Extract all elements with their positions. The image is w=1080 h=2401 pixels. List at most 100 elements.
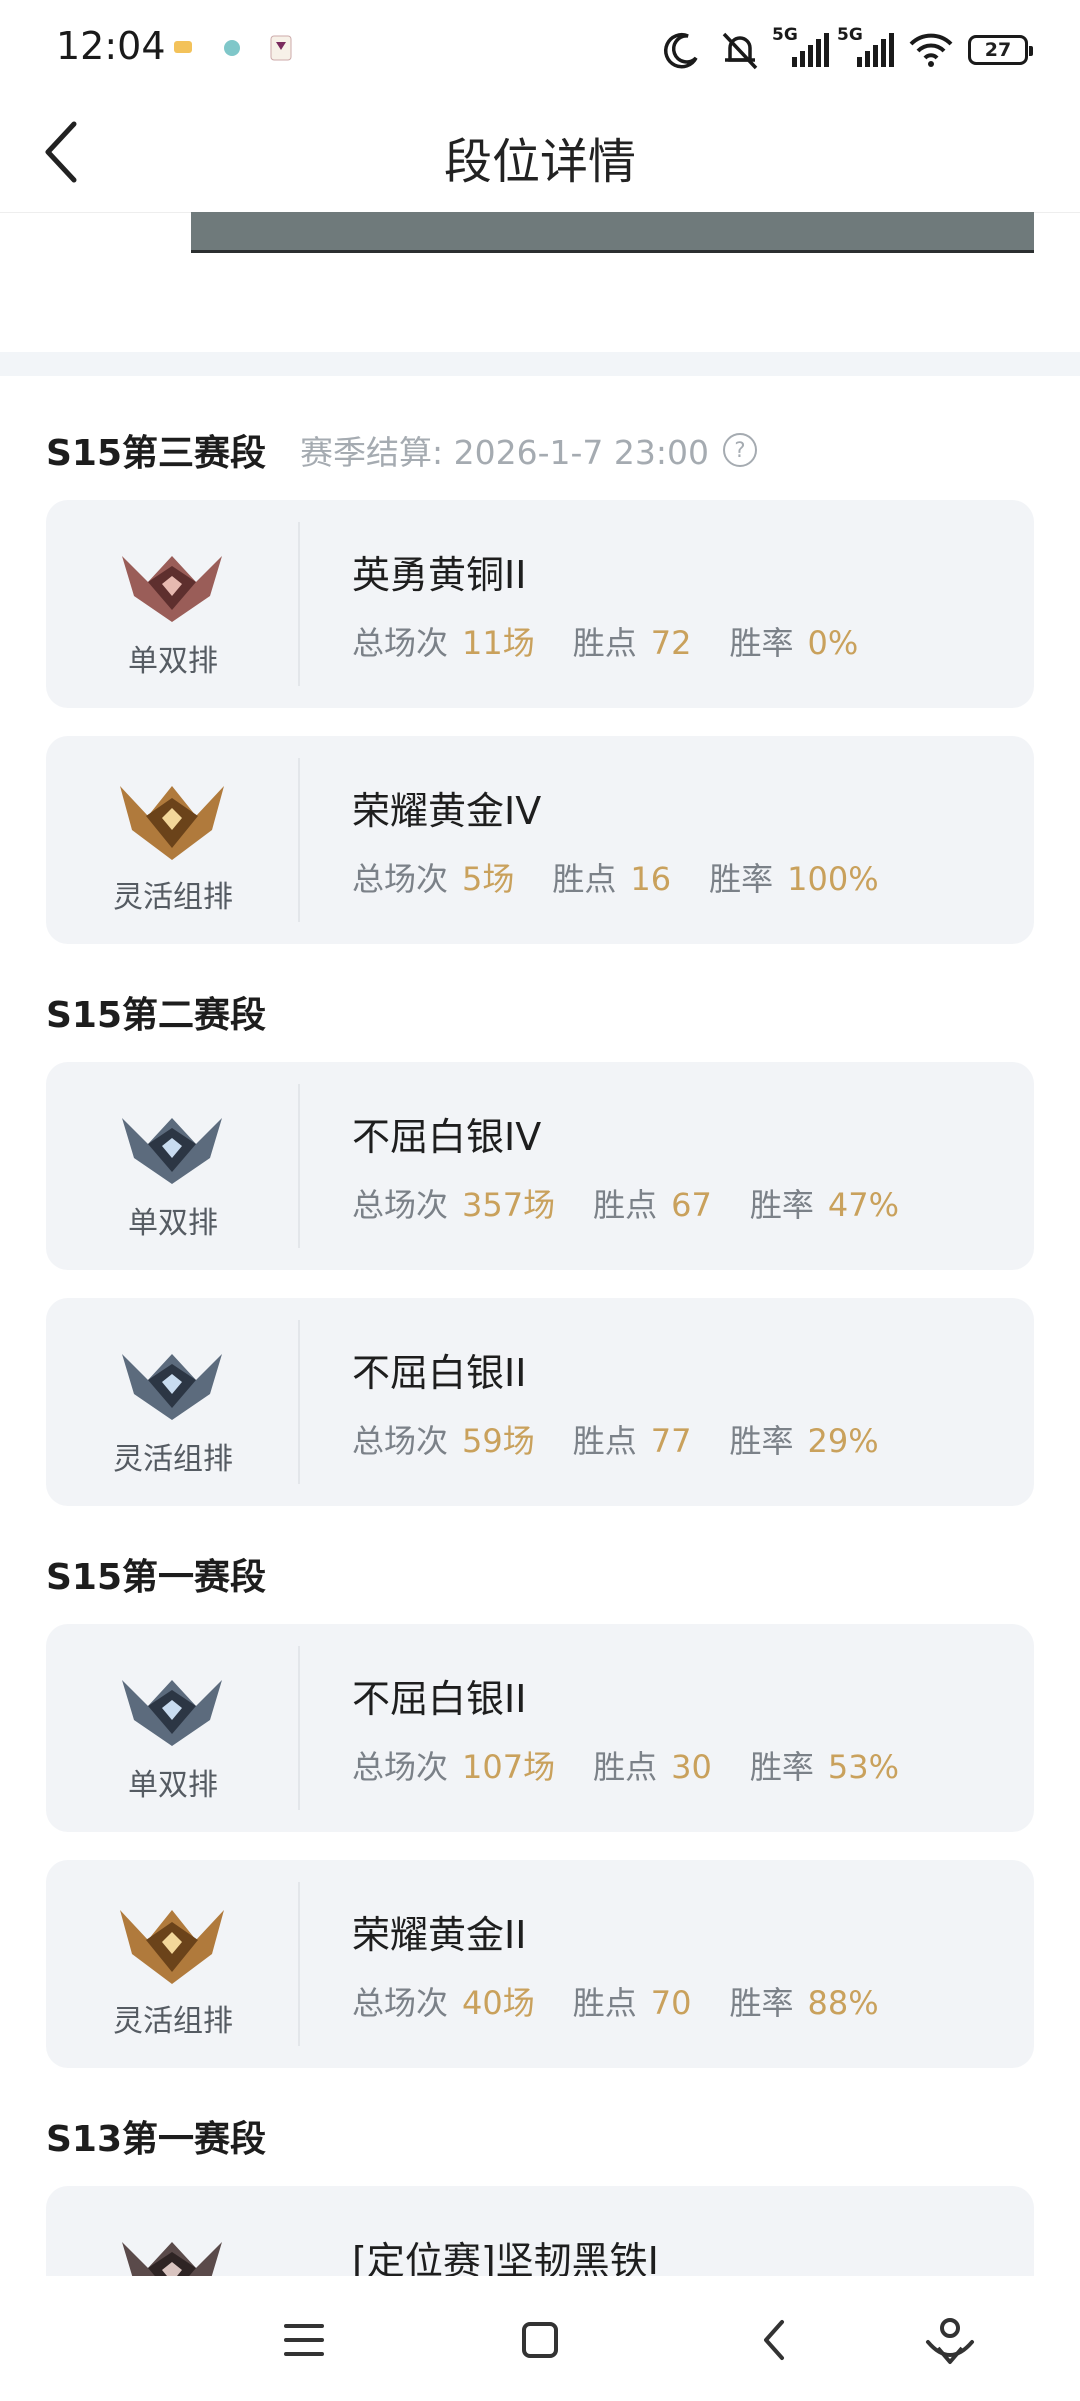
season-title: S15第二赛段 (46, 995, 267, 1036)
emblem-column: 单双排 (46, 1624, 300, 1832)
emblem-column: 单双排 (46, 500, 300, 708)
queue-type-label: 灵活组排 (113, 1442, 233, 1477)
silver-emblem-icon (122, 1680, 222, 1746)
win-points-value: 16 (630, 860, 672, 898)
gold-emblem-icon (120, 786, 224, 860)
rank-stats: 总场次 5场 胜点 16 胜率 100% (352, 854, 879, 900)
rank-name: 英勇黄铜II (352, 553, 527, 597)
win-points-label: 胜点 (572, 1984, 637, 2022)
card-divider (298, 1882, 300, 2046)
queue-type-label: 单双排 (128, 1768, 218, 1803)
card-divider (298, 758, 300, 922)
game-app-icon (270, 35, 292, 61)
emblem-column (46, 2186, 300, 2276)
queue-type-label: 单双排 (128, 644, 218, 679)
rank-stats: 总场次 11场 胜点 72 胜率 0% (352, 618, 858, 664)
chat-app-icon (224, 40, 240, 56)
card-divider (298, 522, 300, 686)
total-games-value: 59场 (462, 1422, 535, 1460)
rank-card[interactable]: [定位赛]坚韧黑铁I (46, 2186, 1034, 2276)
home-nav-button[interactable] (510, 2310, 570, 2370)
status-icons: 5G 5G 27 (662, 22, 1033, 78)
total-games-label: 总场次 (352, 1748, 449, 1786)
status-time: 12:04 (56, 24, 166, 68)
rank-name: 荣耀黄金II (352, 1913, 527, 1957)
win-points-label: 胜点 (593, 1748, 658, 1786)
chart-bottom-edge (191, 212, 1034, 253)
status-bar: 12:04 5G 5G 27 (0, 0, 1080, 96)
emblem-column: 灵活组排 (46, 736, 300, 944)
win-rate-label: 胜率 (709, 860, 774, 898)
season-settle-info: 赛季结算: 2026-1-7 23:00 ? (300, 426, 757, 474)
moon-icon (664, 32, 698, 69)
win-rate-value: 0% (807, 624, 859, 662)
help-icon[interactable]: ? (723, 433, 757, 467)
season-list: S15第三赛段 赛季结算: 2026-1-7 23:00 ? 单双排 英勇黄铜I… (0, 376, 1080, 2276)
total-games-label: 总场次 (352, 1984, 449, 2022)
season-title: S15第三赛段 (46, 433, 267, 474)
card-divider (298, 1320, 300, 1484)
rank-card[interactable]: 单双排 英勇黄铜II 总场次 11场 胜点 72 胜率 0% (46, 500, 1034, 708)
emblem-column: 灵活组排 (46, 1298, 300, 1506)
win-points-label: 胜点 (593, 1186, 658, 1224)
queue-type-label: 灵活组排 (113, 2004, 233, 2039)
rank-card[interactable]: 灵活组排 不屈白银II 总场次 59场 胜点 77 胜率 29% (46, 1298, 1034, 1506)
win-rate-label: 胜率 (729, 624, 794, 662)
total-games-label: 总场次 (352, 1186, 449, 1224)
win-points-label: 胜点 (552, 860, 617, 898)
signal-strength-1-icon: 5G (772, 25, 829, 67)
rank-name: [定位赛]坚韧黑铁I (352, 2239, 659, 2276)
win-rate-value: 47% (827, 1186, 899, 1224)
win-rate-label: 胜率 (729, 1422, 794, 1460)
win-rate-label: 胜率 (749, 1748, 814, 1786)
signal-strength-2-icon: 5G (837, 25, 894, 67)
mute-bell-icon (722, 32, 758, 70)
rank-details-page: 12:04 5G 5G 27 段位详情 S15第三赛段 赛季结算: 2026-1… (0, 0, 1080, 2401)
section-divider (0, 352, 1080, 376)
card-divider (298, 1646, 300, 1810)
season-title: S13第一赛段 (46, 2119, 267, 2160)
rank-card[interactable]: 单双排 不屈白银II 总场次 107场 胜点 30 胜率 53% (46, 1624, 1034, 1832)
win-points-label: 胜点 (572, 624, 637, 662)
rank-card[interactable]: 灵活组排 荣耀黄金IV 总场次 5场 胜点 16 胜率 100% (46, 736, 1034, 944)
bronze-emblem-icon (122, 556, 222, 622)
menu-nav-button[interactable] (274, 2310, 334, 2370)
battery-icon: 27 (968, 35, 1033, 65)
header: 段位详情 (0, 96, 1080, 213)
page-title: 段位详情 (443, 134, 636, 190)
rank-card[interactable]: 灵活组排 荣耀黄金II 总场次 40场 胜点 70 胜率 88% (46, 1860, 1034, 2068)
silver-emblem-icon (122, 1118, 222, 1184)
total-games-label: 总场次 (352, 1422, 449, 1460)
season-settle-text: 赛季结算: 2026-1-7 23:00 (300, 433, 709, 472)
queue-type-label: 灵活组排 (113, 880, 233, 915)
iron-emblem-icon (122, 2242, 222, 2276)
win-points-value: 77 (650, 1422, 692, 1460)
rank-stats: 总场次 357场 胜点 67 胜率 47% (352, 1180, 899, 1226)
emblem-column: 单双排 (46, 1062, 300, 1270)
rank-stats: 总场次 59场 胜点 77 胜率 29% (352, 1416, 879, 1462)
win-points-value: 30 (671, 1748, 712, 1786)
silver-emblem-icon (122, 1354, 222, 1420)
back-nav-button[interactable] (746, 2310, 806, 2370)
total-games-value: 5场 (462, 860, 515, 898)
total-games-label: 总场次 (352, 624, 449, 662)
win-points-label: 胜点 (572, 1422, 637, 1460)
notification-app-icon (174, 41, 192, 53)
win-points-value: 67 (671, 1186, 712, 1224)
total-games-value: 107场 (462, 1748, 556, 1786)
system-nav-bar (0, 2276, 1080, 2401)
wifi-icon (909, 33, 953, 67)
win-rate-value: 88% (807, 1984, 879, 2022)
win-points-value: 72 (650, 624, 692, 662)
win-points-value: 70 (650, 1984, 692, 2022)
assistant-nav-button[interactable] (920, 2310, 980, 2370)
win-rate-label: 胜率 (749, 1186, 814, 1224)
emblem-column: 灵活组排 (46, 1860, 300, 2068)
win-rate-value: 100% (787, 860, 879, 898)
win-rate-label: 胜率 (729, 1984, 794, 2022)
win-rate-value: 53% (827, 1748, 899, 1786)
rank-name: 荣耀黄金IV (352, 789, 542, 833)
rank-name: 不屈白银IV (352, 1115, 542, 1159)
rank-card[interactable]: 单双排 不屈白银IV 总场次 357场 胜点 67 胜率 47% (46, 1062, 1034, 1270)
queue-type-label: 单双排 (128, 1206, 218, 1241)
